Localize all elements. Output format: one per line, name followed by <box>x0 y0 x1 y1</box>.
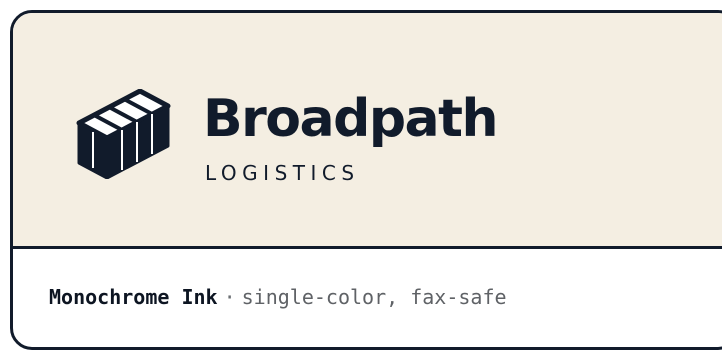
caption-separator: · <box>223 285 236 309</box>
variant-caption: Monochrome Ink · single-color, fax-safe <box>49 283 507 311</box>
brand-name: Broadpath <box>203 89 499 149</box>
logo-variant-card: Broadpath LOGISTICS Monochrome Ink · singl… <box>10 10 722 350</box>
logo-preview-area: Broadpath LOGISTICS <box>13 13 722 249</box>
brand-tagline: LOGISTICS <box>205 161 360 185</box>
variant-description: single-color, fax-safe <box>241 285 507 309</box>
shipping-container-icon <box>76 88 172 180</box>
variant-name: Monochrome Ink <box>49 285 218 309</box>
